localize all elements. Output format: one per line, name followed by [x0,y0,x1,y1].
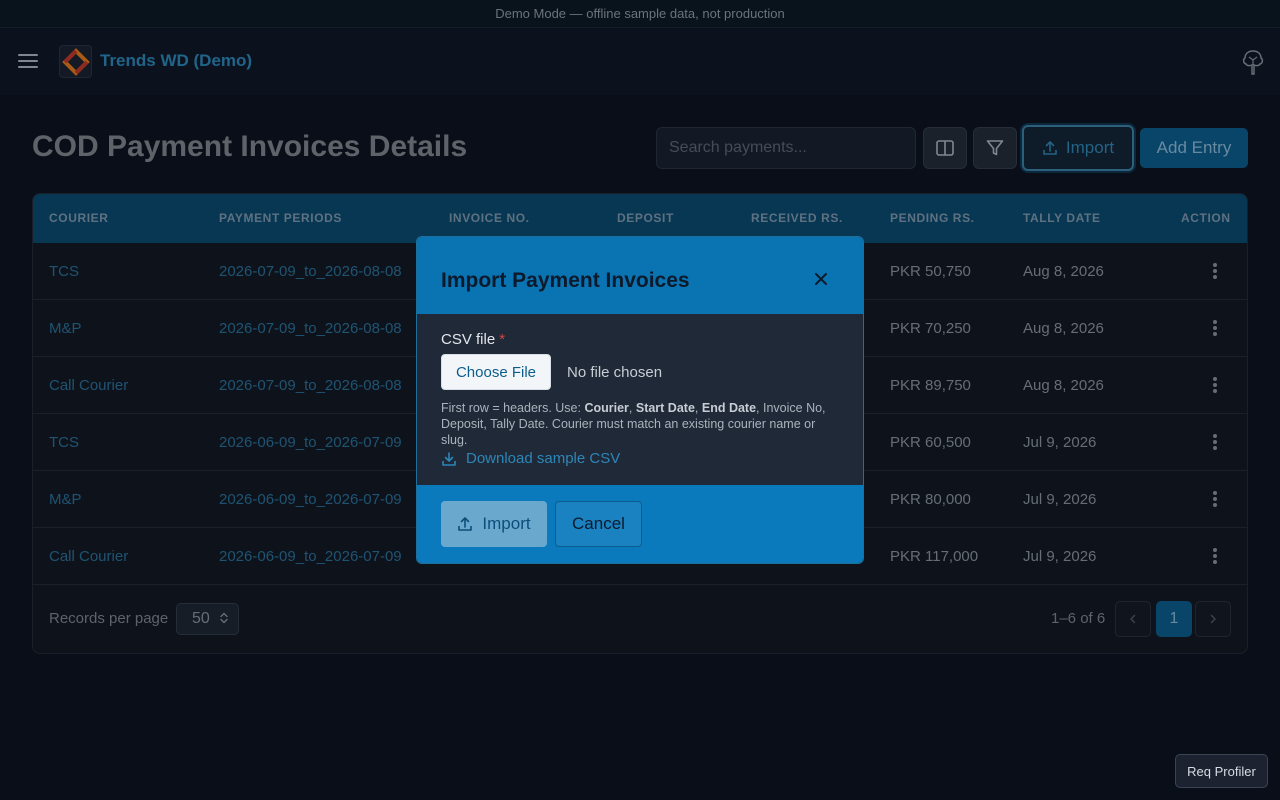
csv-help-text: First row = headers. Use: Courier, Start… [441,401,826,447]
required-marker: * [499,331,506,348]
dialog-header: Import Payment Invoices [417,237,863,314]
file-status-text: No file chosen [567,364,663,381]
download-sample-link[interactable]: Download sample CSV [441,450,620,467]
dialog-cancel-button[interactable]: Cancel [555,501,642,547]
upload-icon [458,517,473,531]
download-sample-label: Download sample CSV [466,450,621,467]
req-profiler-button[interactable]: Req Profiler [1175,754,1268,788]
download-icon [442,451,456,466]
choose-file-button[interactable]: Choose File [441,354,551,390]
dialog-import-button[interactable]: Import [441,501,547,547]
import-dialog: Import Payment Invoices CSV file * Choose… [416,236,864,564]
dialog-footer: Import Cancel [417,485,863,563]
close-icon[interactable] [813,271,829,287]
dialog-body: CSV file * Choose File No file chosen Fir… [417,314,863,485]
csv-field-label-text: CSV file [441,331,496,348]
dialog-title: Import Payment Invoices [441,269,690,292]
csv-field-label: CSV file * [441,331,505,348]
dialog-import-label: Import [482,514,531,533]
